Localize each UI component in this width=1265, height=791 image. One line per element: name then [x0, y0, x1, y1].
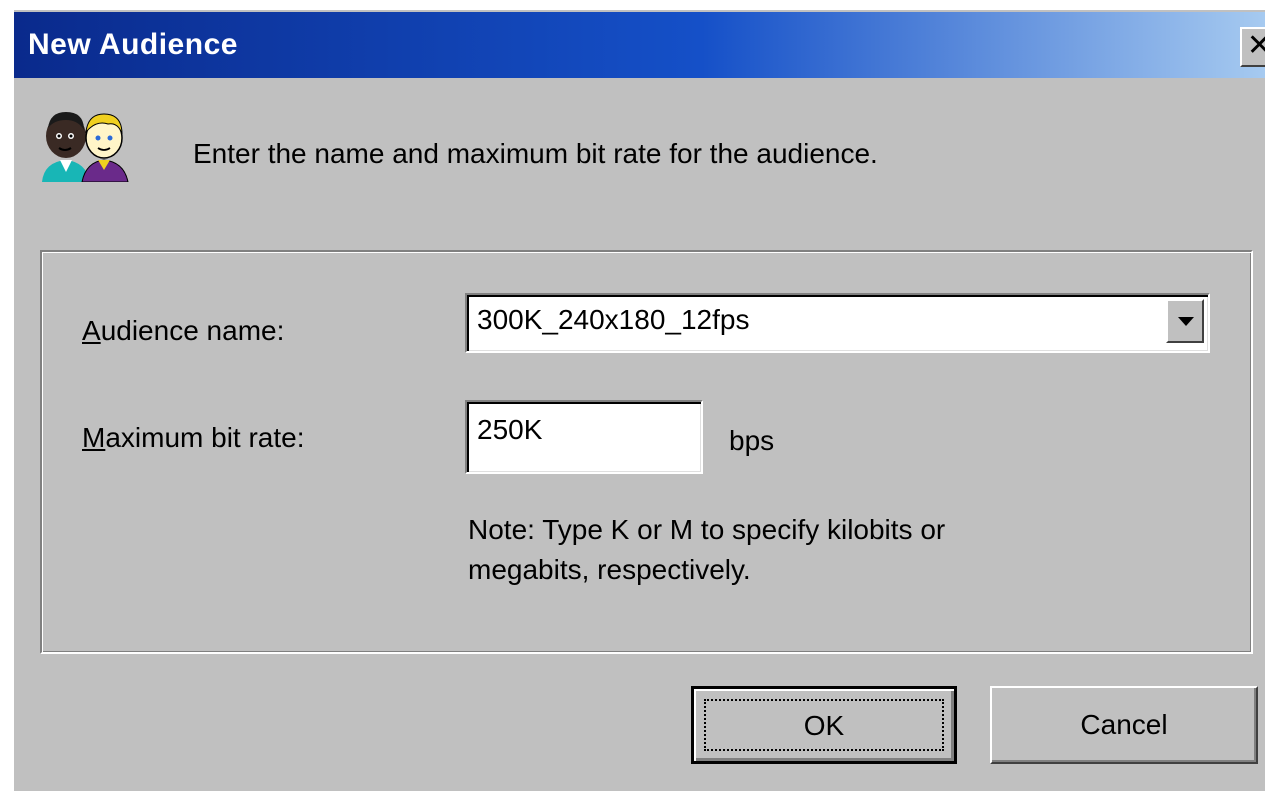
audience-name-dropdown-button[interactable] [1166, 299, 1204, 343]
close-button[interactable]: ✕ [1240, 27, 1265, 67]
max-bit-rate-value: 250K [477, 414, 543, 445]
window-left-edge [0, 0, 14, 791]
audience-name-label: Audience name: [82, 315, 284, 347]
instruction-text: Enter the name and maximum bit rate for … [193, 138, 878, 169]
cancel-button[interactable]: Cancel [990, 686, 1258, 764]
focus-rectangle [704, 699, 944, 751]
ok-button[interactable]: OK [691, 686, 957, 764]
audience-name-value: 300K_240x180_12fps [477, 304, 750, 335]
audience-name-mnemonic: A [82, 315, 101, 346]
title-bar[interactable]: New Audience ✕ [14, 12, 1265, 78]
dialog-title: New Audience [28, 28, 238, 61]
chevron-down-icon [1178, 317, 1194, 326]
max-bit-rate-mnemonic: M [82, 422, 106, 453]
audience-people-icon [42, 112, 129, 182]
bit-rate-note: Note: Type K or M to specify kilobits or… [468, 510, 945, 590]
note-line-2: megabits, respectively. [468, 554, 751, 585]
audience-name-combobox[interactable]: 300K_240x180_12fps [465, 293, 1210, 353]
audience-name-label-text: udience name: [100, 315, 285, 346]
max-bit-rate-input[interactable]: 250K [465, 400, 703, 474]
bit-rate-unit: bps [729, 425, 775, 456]
new-audience-dialog: New Audience ✕ Enter the name and maximu… [0, 0, 1265, 791]
close-icon: ✕ [1246, 29, 1265, 62]
cancel-button-label: Cancel [1080, 709, 1168, 740]
max-bit-rate-label: Maximum bit rate: [82, 422, 305, 454]
max-bit-rate-label-text: aximum bit rate: [105, 422, 305, 453]
window-top-edge [0, 0, 1265, 10]
note-line-1: Note: Type K or M to specify kilobits or [468, 514, 946, 545]
